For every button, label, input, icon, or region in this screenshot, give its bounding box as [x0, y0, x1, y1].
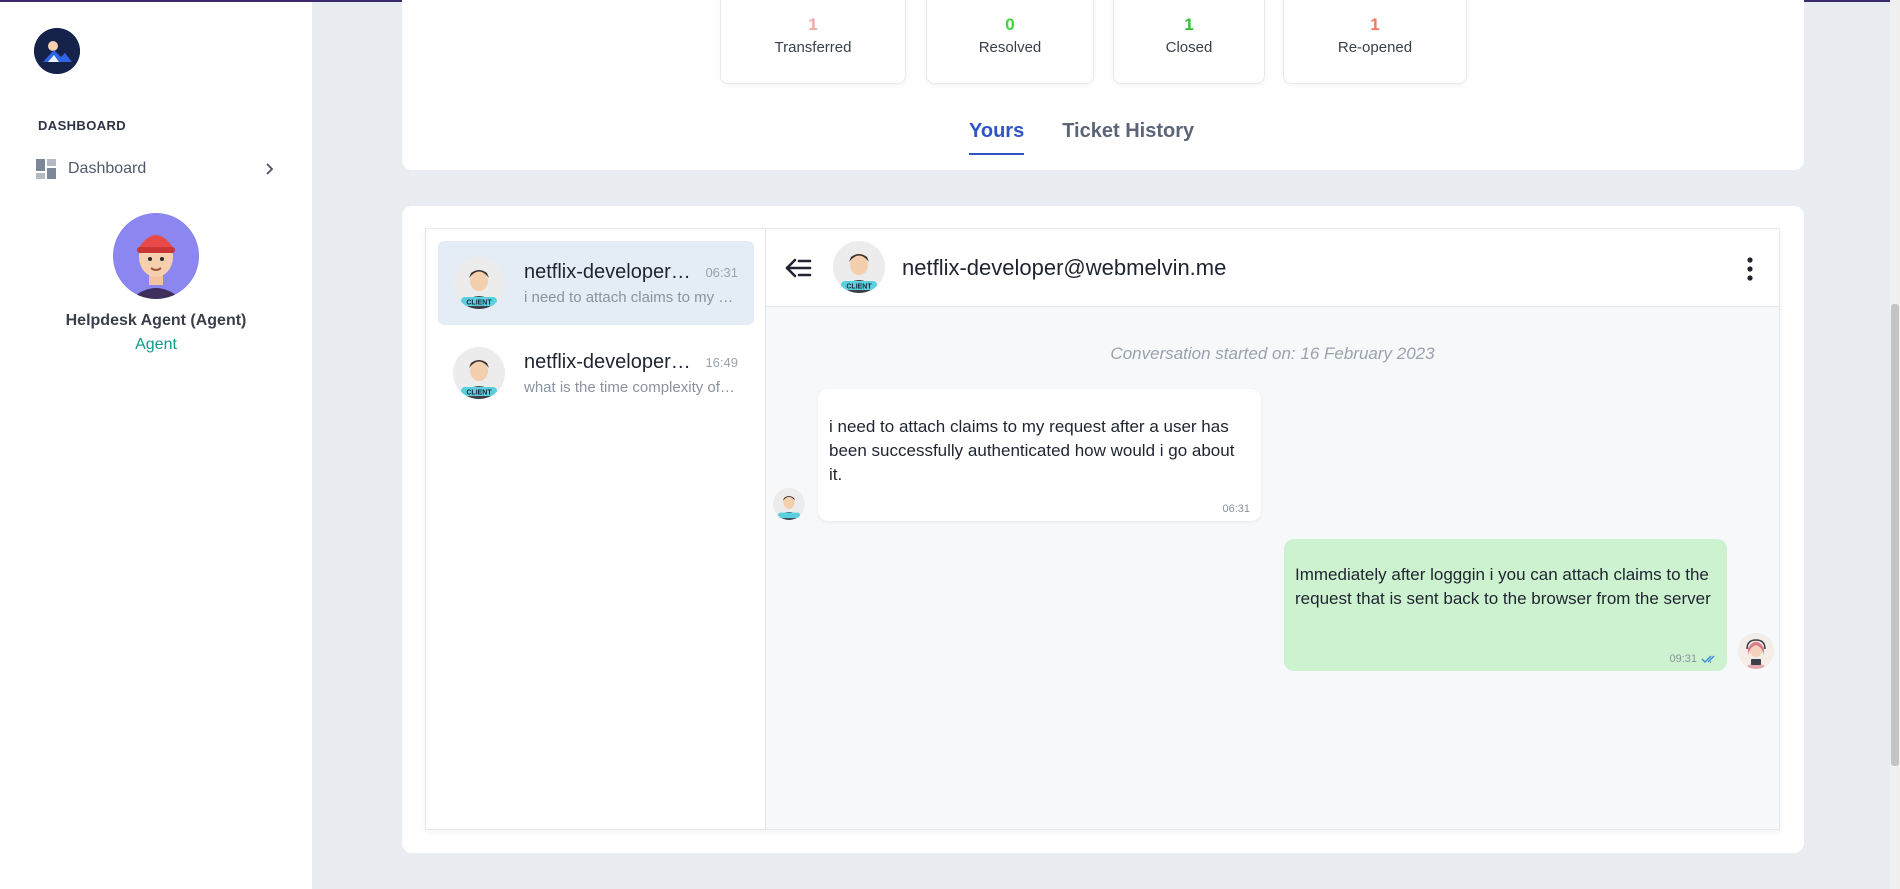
client-avatar: CLIENT: [453, 347, 505, 399]
conversation-item[interactable]: CLIENT netflix-developer@webmelvin.me 06…: [438, 241, 754, 325]
stat-resolved: 0 Resolved: [926, 0, 1094, 84]
message-text: i need to attach claims to my request af…: [829, 417, 1235, 484]
agent-avatar: [113, 213, 199, 299]
agent-avatar-small: [1738, 633, 1774, 669]
scrollbar-thumb[interactable]: [1891, 304, 1899, 766]
stat-transferred: 1 Transferred: [720, 0, 906, 84]
logo-icon: [34, 28, 80, 74]
sidebar-section-title: DASHBOARD: [38, 118, 127, 133]
chat-card: CLIENT netflix-developer@webmelvin.me 06…: [402, 206, 1804, 853]
conversation-header: CLIENT netflix-developer@webmelvin.me: [766, 229, 1779, 307]
tab-yours[interactable]: Yours: [969, 120, 1025, 155]
message-time: 06:31: [1222, 503, 1250, 515]
stat-closed: 1 Closed: [1113, 0, 1265, 84]
chat-window: CLIENT netflix-developer@webmelvin.me 06…: [425, 228, 1780, 830]
conversation-started-label: Conversation started on: 16 February 202…: [1110, 344, 1435, 363]
agent-name: Helpdesk Agent (Agent): [65, 312, 247, 329]
agent-avatar-illustration: [113, 213, 199, 299]
contact-avatar: CLIENT: [833, 241, 885, 293]
conversation-name: netflix-developer@webmelvin.me: [524, 261, 698, 283]
svg-text:CLIENT: CLIENT: [466, 390, 492, 397]
tab-ticket-history[interactable]: Ticket History: [1062, 120, 1194, 155]
more-vertical-icon[interactable]: [1745, 257, 1755, 281]
client-avatar-icon: CLIENT: [453, 257, 505, 309]
stat-value: 1: [1184, 15, 1194, 34]
conversation-time: 06:31: [705, 265, 738, 280]
stat-label: Resolved: [978, 39, 1042, 56]
conversation-panel: CLIENT netflix-developer@webmelvin.me Co…: [766, 229, 1779, 829]
conversation-name: netflix-developer@webmelvin.me: [524, 351, 698, 373]
page-scrollbar[interactable]: [1890, 0, 1900, 889]
client-avatar: CLIENT: [453, 257, 505, 309]
stats-card: 1 Transferred 0 Resolved 1 Closed 1 Re-o…: [402, 0, 1804, 170]
stat-label: Closed: [1165, 39, 1213, 56]
stat-reopened: 1 Re-opened: [1283, 0, 1467, 84]
incoming-message: i need to attach claims to my request af…: [818, 389, 1261, 521]
client-avatar-small: [773, 488, 805, 520]
conversation-list: CLIENT netflix-developer@webmelvin.me 06…: [426, 229, 766, 829]
stat-value: 1: [808, 15, 818, 34]
chevron-right-icon: [266, 163, 274, 175]
stat-label: Transferred: [774, 39, 852, 56]
client-avatar-icon: [773, 488, 805, 520]
conversation-time: 16:49: [705, 355, 738, 370]
sidebar: DASHBOARD Dashboard Helpdesk Agent (Agen…: [0, 2, 312, 889]
message-time: 09:31: [1669, 653, 1697, 665]
sidebar-item-label: Dashboard: [68, 160, 147, 177]
stat-value: 1: [1370, 15, 1380, 34]
sidebar-item-dashboard[interactable]: Dashboard: [36, 154, 276, 184]
agent-role: Agent: [135, 336, 177, 353]
app-logo[interactable]: [34, 28, 80, 74]
stat-label: Re-opened: [1337, 39, 1413, 56]
agent-support-icon: [1738, 633, 1774, 669]
outgoing-message: Immediately after logggin i you can atta…: [1284, 539, 1727, 671]
back-arrow-icon[interactable]: [784, 256, 812, 280]
message-text: Immediately after logggin i you can atta…: [1295, 565, 1711, 608]
tab-bar: Yours Ticket History: [969, 120, 1194, 155]
client-avatar-icon: CLIENT: [453, 347, 505, 399]
svg-text:CLIENT: CLIENT: [846, 284, 872, 291]
client-avatar-icon: CLIENT: [833, 241, 885, 293]
conversation-preview: what is the time complexity of the algor…: [524, 379, 736, 396]
double-check-icon: [1701, 655, 1715, 663]
dashboard-grid-icon: [36, 159, 56, 179]
conversation-preview: i need to attach claims to my request af…: [524, 289, 736, 306]
contact-name: netflix-developer@webmelvin.me: [902, 255, 1227, 280]
svg-text:CLIENT: CLIENT: [466, 300, 492, 307]
conversation-item[interactable]: CLIENT netflix-developer@webmelvin.me 16…: [438, 331, 754, 415]
stat-value: 0: [1005, 15, 1015, 34]
